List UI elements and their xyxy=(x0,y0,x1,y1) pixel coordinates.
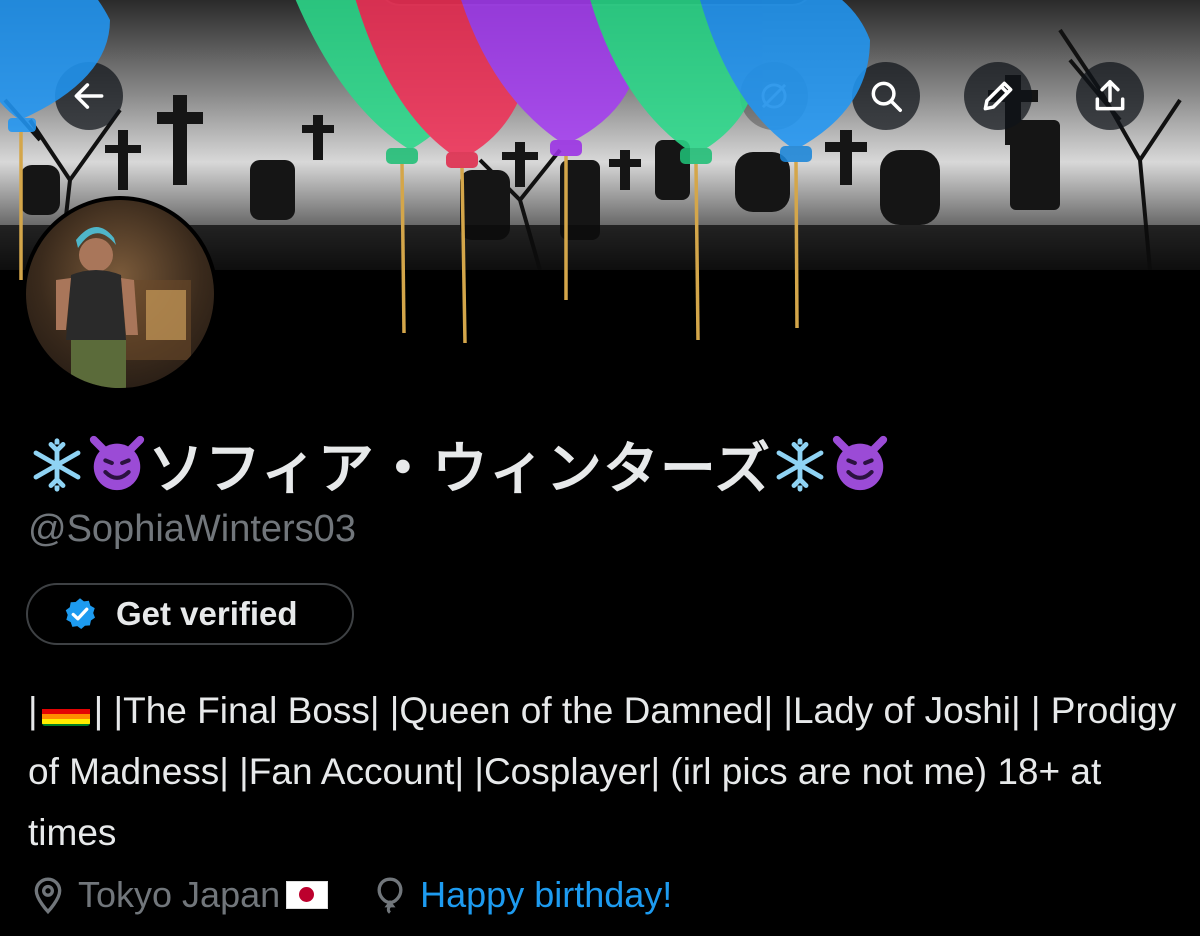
search-icon xyxy=(871,81,902,112)
search-button[interactable] xyxy=(852,62,920,130)
grok-button[interactable] xyxy=(740,62,808,130)
profile-meta: Tokyo Japan Happy birthday! xyxy=(28,874,672,916)
share-button[interactable] xyxy=(1076,62,1144,130)
balloon-icon xyxy=(377,877,403,914)
bio-text: | |The Final Boss| |Queen of the Damned|… xyxy=(28,690,1177,853)
arrow-left-icon xyxy=(74,83,104,109)
birthday-link[interactable]: Happy birthday! xyxy=(370,874,672,916)
location-text: Tokyo Japan xyxy=(78,874,281,915)
get-verified-button[interactable]: Get verified xyxy=(26,583,354,645)
get-verified-label: Get verified xyxy=(116,595,298,632)
device-notch xyxy=(378,0,814,6)
edit-profile-button[interactable] xyxy=(964,62,1032,130)
share-icon xyxy=(1095,80,1125,111)
display-name: ソフィア・ウィンターズ xyxy=(28,424,891,507)
birthday-text[interactable]: Happy birthday! xyxy=(420,874,672,916)
grok-icon xyxy=(761,83,787,109)
profile-bio: | | |The Final Boss| |Queen of the Damned… xyxy=(28,680,1178,863)
verified-badge-icon xyxy=(65,598,95,629)
smiling-imp-icon xyxy=(829,432,891,507)
japan-flag-icon xyxy=(286,881,329,909)
display-name-text: ソフィア・ウィンターズ xyxy=(148,437,772,500)
bio-prefix: | xyxy=(28,690,38,731)
smiling-imp-icon xyxy=(86,432,148,507)
profile-avatar[interactable] xyxy=(22,196,218,392)
rainbow-flag-icon xyxy=(41,696,90,726)
back-button[interactable] xyxy=(55,62,123,130)
edit-icon xyxy=(983,81,1013,111)
snowflake-icon xyxy=(771,436,829,507)
location-pin-icon xyxy=(34,877,62,915)
location: Tokyo Japan xyxy=(28,874,329,916)
avatar-image xyxy=(26,200,214,388)
snowflake-icon xyxy=(28,436,86,507)
user-handle: @SophiaWinters03 xyxy=(28,508,356,550)
